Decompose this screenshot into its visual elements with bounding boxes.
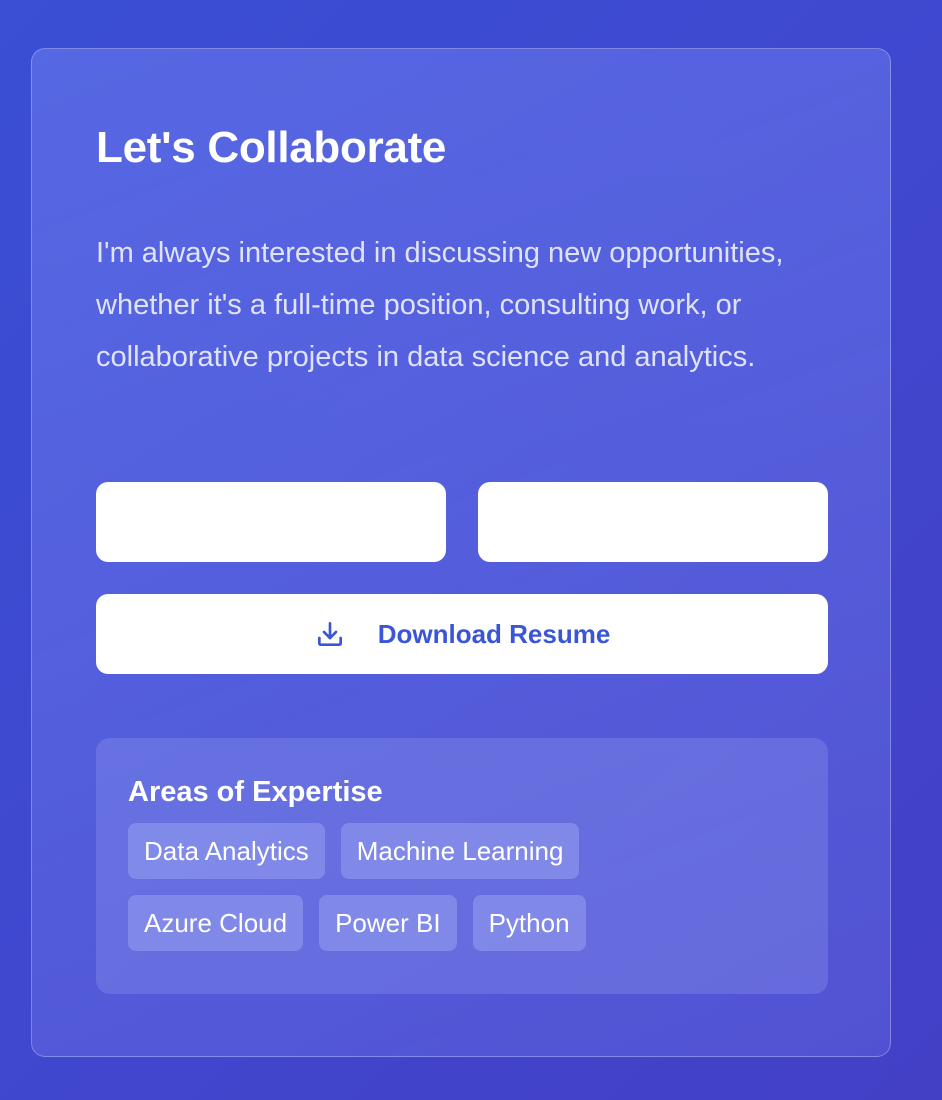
contact-input-left[interactable] bbox=[96, 482, 446, 562]
download-resume-button[interactable]: Download Resume bbox=[96, 594, 828, 674]
collaborate-card: Let's Collaborate I'm always interested … bbox=[31, 48, 891, 1057]
expertise-panel: Areas of Expertise Data Analytics Machin… bbox=[96, 738, 828, 994]
tag-power-bi: Power BI bbox=[319, 895, 457, 951]
tag-machine-learning: Machine Learning bbox=[340, 823, 580, 879]
download-icon bbox=[314, 618, 346, 650]
tag-azure-cloud: Azure Cloud bbox=[128, 895, 304, 951]
section-title: Let's Collaborate bbox=[96, 123, 447, 172]
expertise-tags: Data Analytics Machine Learning Azure Cl… bbox=[128, 823, 668, 951]
input-row bbox=[96, 482, 828, 562]
download-resume-label: Download Resume bbox=[377, 618, 611, 649]
section-description: I'm always interested in discussing new … bbox=[96, 237, 784, 373]
tag-data-analytics: Data Analytics bbox=[128, 823, 325, 879]
tag-python: Python bbox=[472, 895, 586, 951]
expertise-title: Areas of Expertise bbox=[128, 776, 383, 808]
contact-input-right[interactable] bbox=[478, 482, 828, 562]
